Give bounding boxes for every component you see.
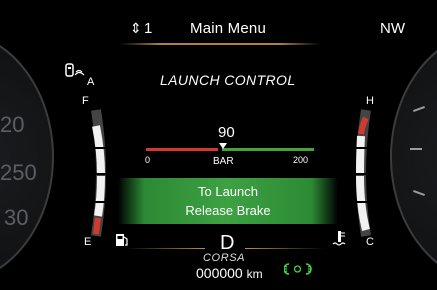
fuel-pump-icon [116,234,128,246]
bottom-divider-right [245,248,325,249]
boost-value: 90 [218,124,235,141]
left-dial-number: 250 [0,160,37,185]
instrument-cluster: 20 250 30 ⇕ 1 Main Menu NW A F E H C LAU… [0,0,437,290]
boost-marker [219,143,227,149]
bottom-divider-left [125,248,205,249]
odometer: 000000 km [196,265,263,281]
boost-scale-green [222,148,314,151]
top-bar: ⇕ 1 Main Menu NW [100,14,405,44]
top-divider [120,43,320,45]
boost-scale-red [146,148,218,151]
temp-gauge [352,109,371,237]
right-rpm-dial [390,30,437,284]
coolant-temp-icon [332,231,346,246]
boost-scale-max: 200 [293,155,309,165]
left-dial-number: 30 [4,205,29,230]
drive-mode: CORSA [203,252,246,264]
key-fob-icon [65,63,85,77]
compass-heading: NW [380,20,405,37]
fuel-empty-label: E [84,236,92,248]
boost-scale-unit: BAR [213,156,234,167]
menu-index: 1 [144,20,153,37]
parking-lights-icon [284,263,312,275]
left-dial-number: 20 [0,112,25,137]
left-speed-dial [0,30,54,284]
temp-cold-label: C [366,236,374,248]
boost-scale-bar [146,143,314,151]
launch-instruction-banner: To Launch Release Brake [118,178,338,224]
banner-line-2: Release Brake [185,203,271,218]
boost-scale-min: 0 [145,155,151,165]
odometer-value: 000000 [196,265,243,281]
odometer-unit: km [246,267,263,281]
menu-scroll-icon[interactable]: ⇕ [130,20,142,37]
dial-tick [410,148,422,150]
banner-line-1: To Launch [198,184,258,199]
key-fob-label: A [87,76,95,88]
menu-title[interactable]: Main Menu [190,20,266,37]
launch-control-title: LAUNCH CONTROL [160,72,296,88]
